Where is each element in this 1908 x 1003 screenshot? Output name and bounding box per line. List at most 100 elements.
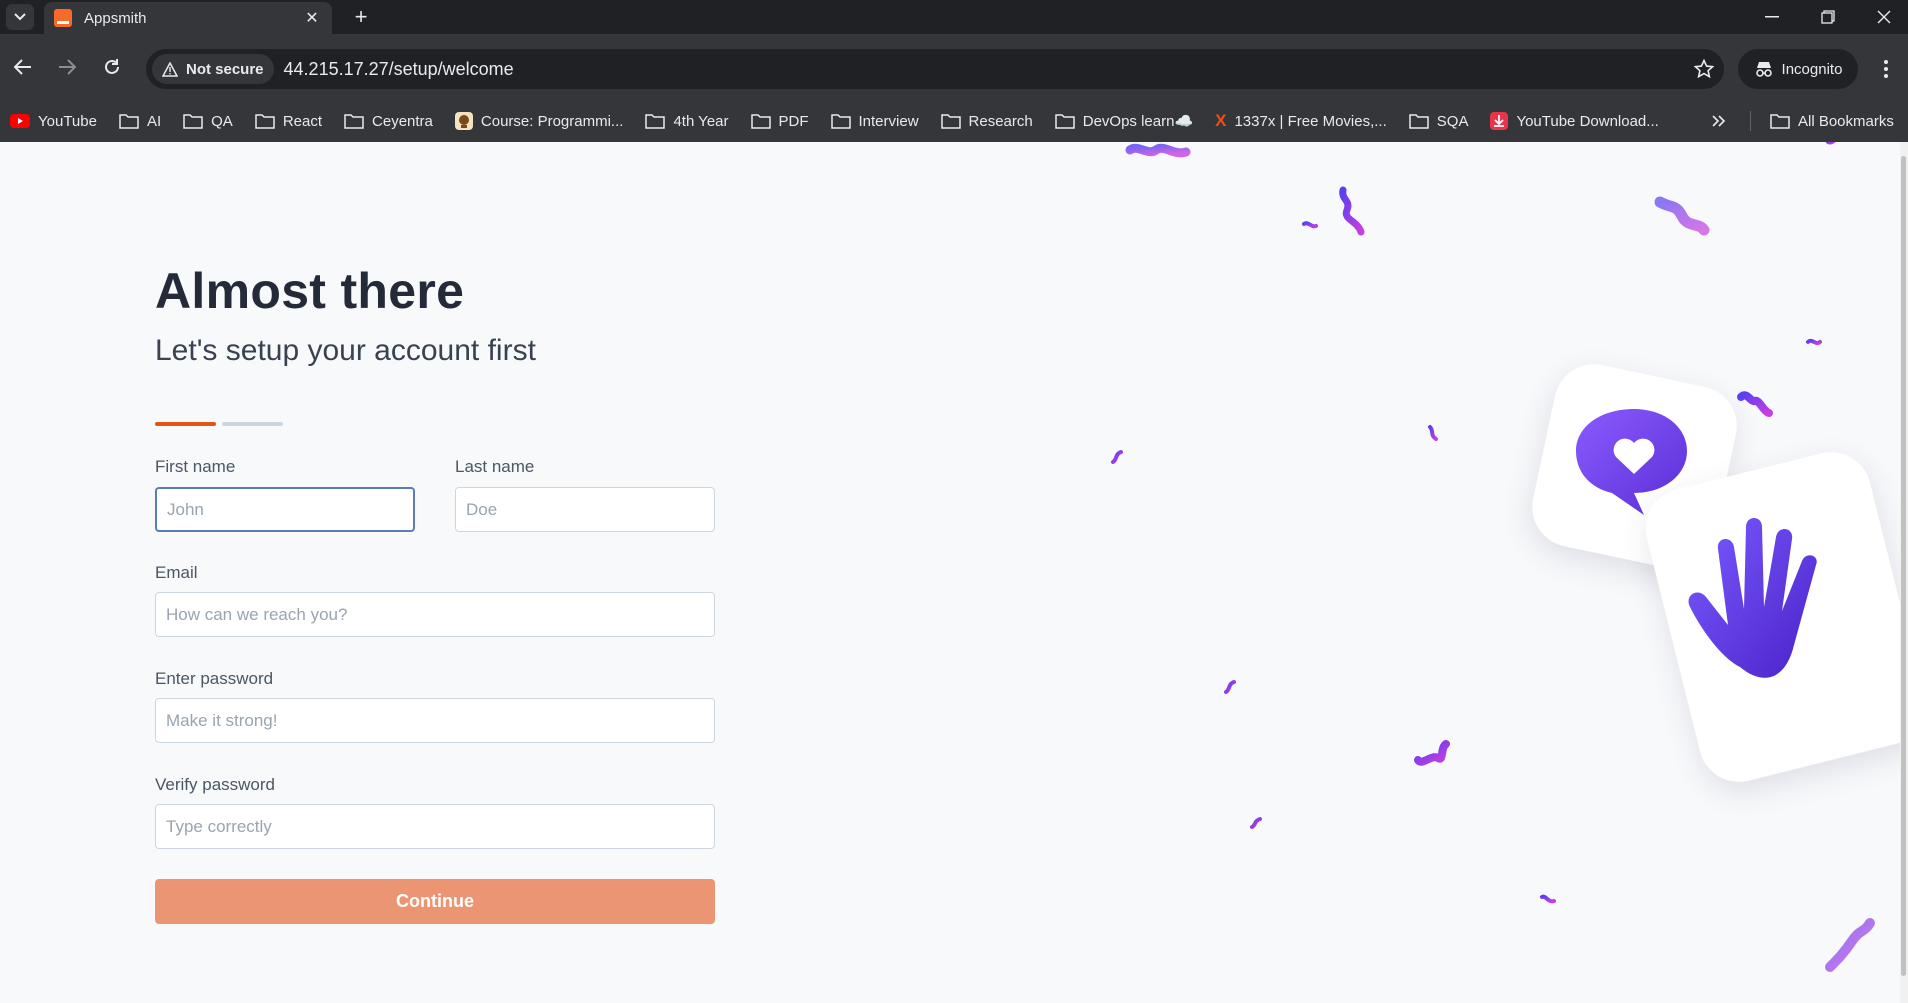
folder-icon [1770, 114, 1790, 129]
folder-icon [344, 114, 364, 129]
page-subtitle: Let's setup your account first [155, 334, 536, 367]
bookmark-1337x[interactable]: X 1337x | Free Movies,... [1215, 111, 1387, 131]
bookmark-label: Course: Programmi... [480, 112, 624, 130]
bookmark-label: YouTube [38, 112, 97, 130]
wave-card-illustration [1637, 443, 1908, 791]
bookmark-label: YouTube Download... [1516, 112, 1659, 130]
folder-icon [1409, 114, 1429, 129]
folder-icon [750, 114, 771, 129]
waving-hand-icon [1688, 518, 1817, 678]
bookmark-label: React [282, 112, 323, 130]
reload-icon [105, 59, 119, 74]
1337x-icon: X [1215, 111, 1227, 130]
restore-icon [1821, 10, 1835, 24]
step-indicator-active [155, 422, 216, 426]
close-tab-icon[interactable]: ✕ [302, 8, 322, 28]
bookmarks-overflow-button[interactable] [1712, 100, 1726, 142]
back-button[interactable] [6, 50, 40, 84]
bookmark-label: Research [968, 112, 1033, 130]
page-title: Almost there [155, 263, 465, 319]
bookmark-folder-4th-year[interactable]: 4th Year [645, 112, 729, 130]
star-icon [1694, 59, 1714, 79]
chevron-down-icon [14, 13, 26, 21]
email-label: Email [155, 563, 198, 582]
security-label: Not secure [186, 60, 264, 78]
bookmark-label: 1337x | Free Movies,... [1234, 112, 1387, 130]
bookmark-label: Interview [858, 112, 919, 130]
folder-icon [255, 114, 275, 129]
bookmark-folder-pdf[interactable]: PDF [750, 112, 809, 130]
browser-menu-button[interactable] [1872, 54, 1900, 84]
step-indicator-inactive [222, 422, 283, 426]
last-name-input[interactable] [455, 487, 715, 532]
bookmarks-bar: YouTube AI QA React Ceyentra Course: Pro… [0, 100, 1908, 142]
bookmark-label: QA [211, 112, 233, 130]
new-tab-button[interactable]: + [348, 4, 374, 30]
bookmark-label: SQA [1436, 112, 1469, 130]
incognito-badge[interactable]: Incognito [1738, 49, 1858, 89]
all-bookmarks-label: All Bookmarks [1798, 112, 1894, 130]
bookmark-label: Ceyentra [372, 112, 433, 130]
arrow-left-icon [14, 59, 31, 75]
browser-toolbar: Not secure 44.215.17.27/setup/welcome In… [0, 34, 1908, 142]
incognito-label: Incognito [1781, 60, 1843, 78]
bookmark-folder-devops[interactable]: DevOps learn☁️ [1054, 112, 1194, 130]
scrollbar-thumb[interactable] [1901, 156, 1906, 976]
email-input[interactable] [155, 592, 715, 637]
bookmark-label: DevOps learn☁️ [1082, 113, 1194, 130]
bookmark-folder-interview[interactable]: Interview [830, 112, 919, 130]
first-name-label: First name [155, 457, 236, 476]
bookmark-course[interactable]: Course: Programmi... [454, 112, 624, 130]
continue-button[interactable]: Continue [155, 879, 715, 924]
tab-search-button[interactable] [6, 4, 34, 30]
close-icon [1877, 10, 1891, 24]
browser-tabbar: Appsmith ✕ + [0, 0, 1908, 34]
bookmark-folder-react[interactable]: React [255, 113, 322, 130]
all-bookmarks-button[interactable]: All Bookmarks [1770, 100, 1894, 142]
folder-icon [940, 114, 961, 129]
more-vertical-icon [1884, 60, 1888, 78]
address-bar[interactable]: Not secure 44.215.17.27/setup/welcome [146, 49, 1724, 89]
reload-button[interactable] [95, 50, 129, 84]
bookmark-youtube-download[interactable]: YouTube Download... [1490, 112, 1659, 130]
last-name-label: Last name [455, 457, 535, 476]
appsmith-favicon-icon [54, 9, 72, 27]
folder-icon [645, 114, 666, 129]
bookmark-label: 4th Year [673, 112, 729, 130]
folder-icon [1054, 114, 1075, 129]
tab-title: Appsmith [84, 9, 147, 27]
url-text[interactable]: 44.215.17.27/setup/welcome [284, 59, 1684, 80]
restore-button[interactable] [1800, 0, 1856, 34]
bookmarks-divider [1750, 111, 1751, 131]
forward-button[interactable] [50, 50, 84, 84]
bookmark-youtube[interactable]: YouTube [10, 113, 97, 130]
bookmark-folder-ceyentra[interactable]: Ceyentra [344, 113, 433, 130]
youtube-icon [10, 114, 30, 128]
bookmark-label: AI [146, 112, 162, 130]
folder-icon [119, 114, 139, 129]
close-window-button[interactable] [1856, 0, 1908, 34]
password-input[interactable] [155, 698, 715, 743]
page-scrollbar[interactable] [1900, 142, 1908, 1003]
arrow-right-icon [59, 59, 76, 75]
verify-password-label: Verify password [155, 775, 275, 794]
folder-icon [183, 114, 203, 129]
bookmark-star-button[interactable] [1684, 49, 1724, 89]
browser-tab[interactable]: Appsmith ✕ [44, 2, 332, 34]
warning-icon [162, 61, 178, 77]
bookmark-folder-ai[interactable]: AI [119, 113, 161, 130]
minimize-button[interactable] [1744, 0, 1800, 34]
course-icon [454, 112, 473, 130]
chevron-double-right-icon [1712, 115, 1726, 127]
folder-icon [830, 114, 851, 129]
bookmark-folder-qa[interactable]: QA [183, 113, 233, 130]
bookmark-folder-sqa[interactable]: SQA [1409, 112, 1469, 130]
minimize-icon [1765, 16, 1779, 18]
bookmark-label: PDF [778, 112, 809, 130]
security-chip[interactable]: Not secure [152, 54, 274, 84]
welcome-page: Almost there Let's setup your account fi… [0, 142, 1908, 1003]
first-name-input[interactable] [155, 487, 415, 532]
verify-password-input[interactable] [155, 804, 715, 849]
bookmark-folder-research[interactable]: Research [940, 112, 1033, 130]
incognito-icon [1755, 62, 1772, 77]
